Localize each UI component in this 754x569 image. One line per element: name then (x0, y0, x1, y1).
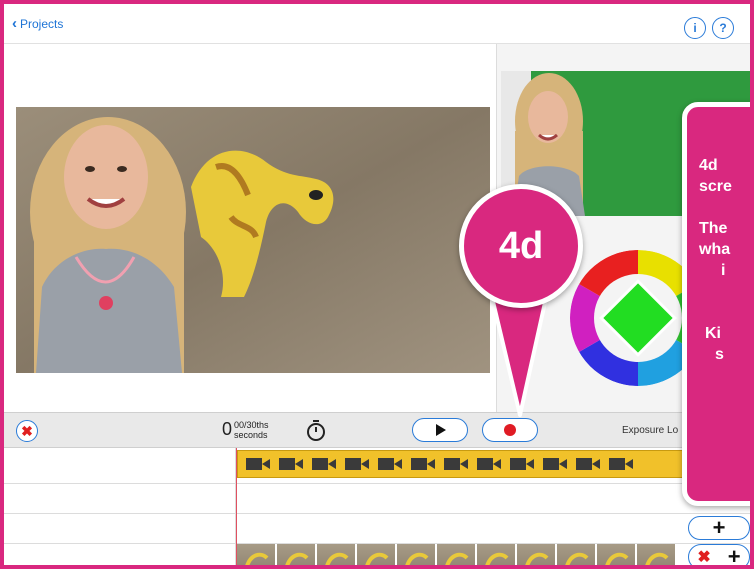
track-header (4, 484, 236, 513)
plus-icon: + (712, 515, 726, 540)
track-header (4, 544, 236, 565)
time-unit: seconds (234, 430, 268, 440)
video-camera-icon (510, 458, 534, 470)
background-frame-thumbnail (517, 544, 555, 565)
video-camera-icon (312, 458, 336, 470)
video-camera-icon (477, 458, 501, 470)
empty-track-row (4, 514, 750, 544)
instruction-line: 4d (699, 157, 718, 174)
background-frame-thumbnail (597, 544, 635, 565)
add-track-button[interactable]: + (688, 516, 750, 540)
step-callout-bubble: 4d (459, 184, 583, 308)
composited-scene-image (16, 107, 490, 373)
main-video-preview[interactable] (16, 107, 490, 373)
play-icon (436, 424, 446, 436)
background-frame-thumbnail (237, 544, 275, 565)
close-icon: ✖ (21, 422, 33, 439)
background-frame-thumbnail (357, 544, 395, 565)
video-camera-icon (609, 458, 633, 470)
background-frame-thumbnail (477, 544, 515, 565)
top-bar: ‹ Projects i ? (4, 4, 750, 44)
frame-time-display: 0 00/30ths seconds (222, 419, 269, 440)
background-frame-thumbnail (557, 544, 595, 565)
time-fraction: 00/30ths (234, 420, 269, 430)
instruction-card: 4d scre The wha i Ki s (682, 102, 750, 506)
play-button[interactable] (412, 418, 468, 442)
close-icon[interactable]: ✖ (697, 547, 710, 565)
step-callout-label: 4d (498, 224, 544, 267)
exposure-lock-label: Exposure Lo (622, 425, 679, 436)
instruction-line: The (699, 220, 728, 237)
plus-icon[interactable]: + (728, 546, 741, 566)
delete-frame-button[interactable]: ✖ (16, 420, 38, 442)
video-camera-icon (576, 458, 600, 470)
background-frame-thumbnail (317, 544, 355, 565)
info-button[interactable]: i (684, 17, 706, 39)
instruction-line: scre (699, 178, 732, 195)
green-screen-clip[interactable] (237, 450, 691, 478)
video-camera-icon (411, 458, 435, 470)
track-header (4, 514, 236, 543)
chevron-left-icon: ‹ (12, 15, 17, 32)
back-to-projects-link[interactable]: ‹ Projects (12, 16, 63, 31)
background-frame-thumbnail (637, 544, 675, 565)
callout-pointer (488, 289, 550, 417)
help-button[interactable]: ? (712, 17, 734, 39)
stopwatch-icon (307, 420, 325, 441)
video-camera-icon (444, 458, 468, 470)
stopwatch-button[interactable] (304, 418, 328, 447)
record-button[interactable] (482, 418, 538, 442)
instruction-line: wha (699, 241, 731, 258)
app-window: ‹ Projects i ? ✖ 0 00/30ths seconds Expo… (0, 0, 754, 569)
record-icon (504, 424, 516, 436)
instruction-line: Ki (705, 325, 721, 342)
video-camera-icon (543, 458, 567, 470)
background-frame-thumbnail (397, 544, 435, 565)
video-camera-icon (279, 458, 303, 470)
video-camera-icon (345, 458, 369, 470)
instruction-line: s (715, 346, 724, 363)
instruction-line: i (721, 262, 726, 279)
video-camera-icon (378, 458, 402, 470)
background-frame-thumbnail (437, 544, 475, 565)
background-clip[interactable] (237, 544, 677, 565)
audio-track-row (4, 484, 750, 514)
video-camera-icon (246, 458, 270, 470)
track-header (4, 448, 236, 483)
time-seconds: 0 (222, 419, 233, 439)
remove-add-controls: ✖ + (688, 544, 750, 566)
background-frame-thumbnail (277, 544, 315, 565)
back-link-label: Projects (20, 16, 64, 31)
